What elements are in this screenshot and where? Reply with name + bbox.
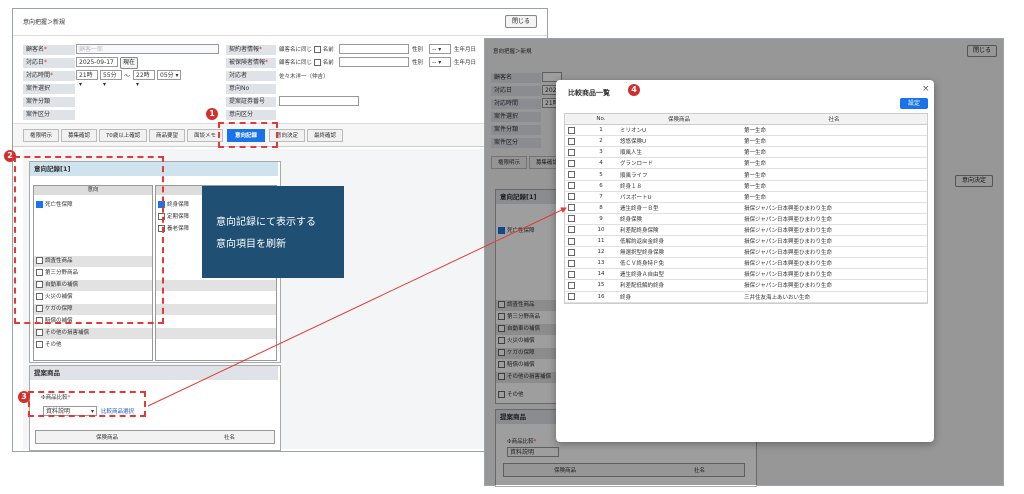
connector-arrow xyxy=(147,207,567,407)
